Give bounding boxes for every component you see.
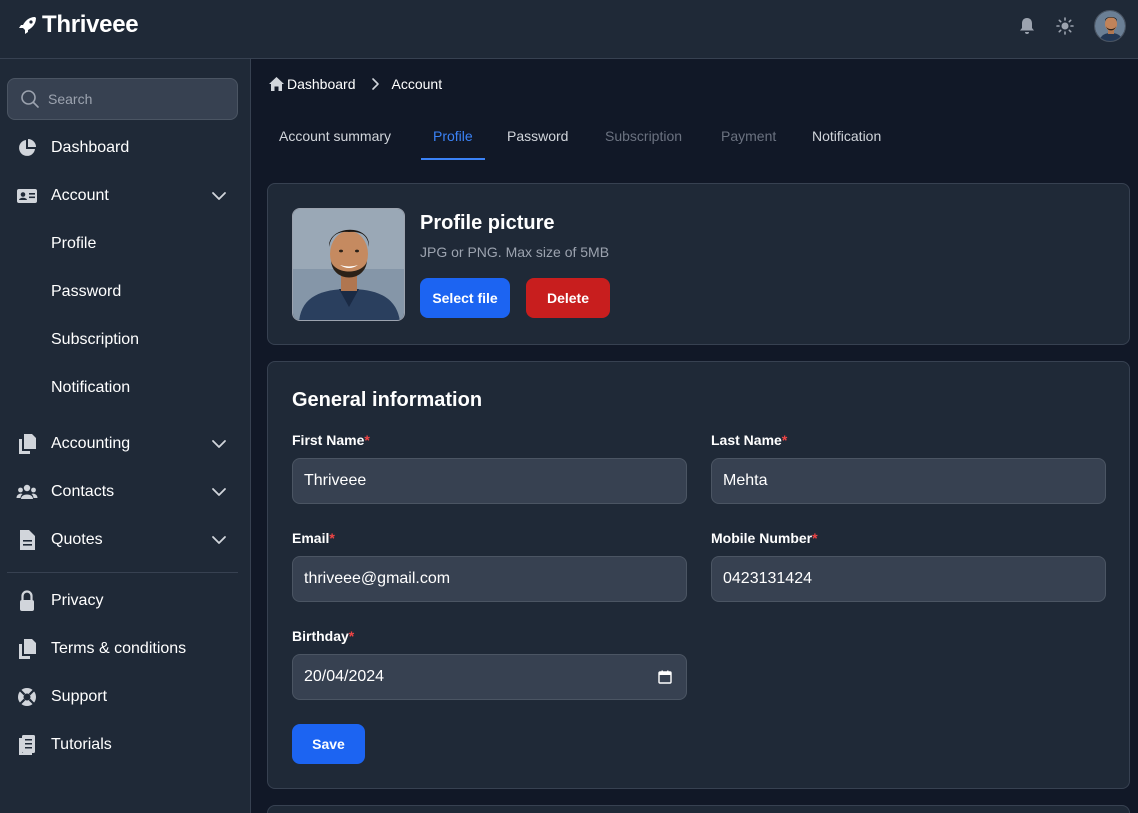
pie-chart-icon [16, 137, 38, 159]
last-name-label: Last Name* [711, 432, 787, 448]
required-marker: * [781, 432, 788, 448]
sidebar-item-contacts[interactable]: Contacts [0, 472, 251, 512]
bell-icon[interactable] [1018, 17, 1036, 35]
user-avatar[interactable] [1094, 10, 1126, 42]
sun-icon[interactable] [1056, 17, 1074, 35]
sidebar-subitem-password[interactable]: Password [0, 272, 251, 312]
search-placeholder: Search [48, 91, 93, 107]
search-icon [21, 90, 39, 108]
sidebar-item-label: Support [51, 688, 108, 705]
top-navbar: Thriveee [0, 0, 1138, 59]
brand-name: Thriveee [42, 11, 139, 38]
users-icon [16, 481, 38, 503]
required-marker: * [329, 530, 335, 546]
sidebar-item-label: Privacy [51, 592, 104, 609]
sidebar-item-label: Notification [51, 379, 131, 396]
birthday-label-text: Birthday [292, 628, 349, 644]
chevron-down-icon [212, 192, 226, 200]
required-marker: * [364, 432, 370, 448]
first-name-label-text: First Name [292, 432, 365, 448]
general-information-card: General information First Name* Thriveee… [267, 361, 1130, 789]
birthday-field[interactable]: 20/04/2024 [292, 654, 687, 700]
sidebar-item-label: Dashboard [51, 139, 130, 156]
search-input[interactable]: Search [7, 78, 238, 120]
sidebar-item-support[interactable]: Support [0, 677, 251, 717]
last-name-label-text: Last Name [711, 432, 782, 448]
mobile-number-field[interactable]: 0423131424 [711, 556, 1106, 602]
file-icon [16, 529, 38, 551]
sidebar-subitem-profile[interactable]: Profile [0, 224, 251, 264]
sidebar-item-label: Quotes [51, 531, 103, 548]
tab-subscription[interactable]: Subscription [593, 112, 694, 160]
sidebar-item-tutorials[interactable]: Tutorials [0, 725, 251, 765]
tab-password[interactable]: Password [495, 112, 580, 160]
chevron-down-icon [212, 536, 226, 544]
lock-icon [16, 590, 38, 612]
delete-photo-button[interactable]: Delete [526, 278, 610, 318]
tab-notification[interactable]: Notification [800, 112, 893, 160]
general-information-title: General information [292, 389, 483, 411]
profile-picture-title: Profile picture [420, 212, 555, 234]
sidebar-item-label: Subscription [51, 331, 140, 348]
first-name-field[interactable]: Thriveee [292, 458, 687, 504]
last-name-field[interactable]: Mehta [711, 458, 1106, 504]
next-card [267, 805, 1130, 813]
first-name-label: First Name* [292, 432, 370, 448]
rocket-icon [19, 17, 36, 34]
email-label-text: Email [292, 530, 330, 546]
sidebar-subitem-notification[interactable]: Notification [0, 368, 251, 408]
sidebar-item-label: Tutorials [51, 736, 112, 753]
email-field[interactable]: thriveee@gmail.com [292, 556, 687, 602]
required-marker: * [348, 628, 355, 644]
chevron-right-icon [370, 77, 380, 91]
calendar-icon[interactable] [658, 670, 672, 684]
account-tabs: Account summary Profile Password Subscri… [267, 112, 1130, 160]
breadcrumb-current: Account [391, 76, 443, 92]
copy-icon [16, 638, 38, 660]
breadcrumb-home[interactable]: Dashboard [268, 76, 356, 92]
tab-payment[interactable]: Payment [709, 112, 788, 160]
required-marker: * [812, 530, 818, 546]
mobile-number-label: Mobile Number* [711, 530, 818, 546]
sidebar-item-quotes[interactable]: Quotes [0, 520, 251, 560]
book-icon [16, 734, 38, 756]
birthday-value: 20/04/2024 [304, 668, 385, 685]
sidebar-item-dashboard[interactable]: Dashboard [0, 128, 251, 168]
sidebar-item-accounting[interactable]: Accounting [0, 424, 251, 464]
birthday-label: Birthday* [292, 628, 354, 644]
sidebar: Search Dashboard Account Profile Passwor… [0, 59, 251, 813]
save-button[interactable]: Save [292, 724, 365, 764]
breadcrumb-home-label: Dashboard [287, 76, 356, 92]
id-card-icon [16, 185, 38, 207]
documents-icon [16, 433, 38, 455]
profile-picture-hint: JPG or PNG. Max size of 5MB [420, 244, 610, 260]
lifebuoy-icon [16, 686, 38, 708]
sidebar-item-label: Terms & conditions [51, 640, 187, 657]
sidebar-subitem-subscription[interactable]: Subscription [0, 320, 251, 360]
profile-photo [292, 208, 405, 321]
sidebar-item-label: Accounting [51, 435, 131, 452]
mobile-number-label-text: Mobile Number [711, 530, 813, 546]
sidebar-item-label: Contacts [51, 483, 115, 500]
sidebar-item-label: Account [51, 187, 109, 204]
brand-logo[interactable]: Thriveee [18, 11, 139, 39]
sidebar-item-label: Profile [51, 235, 97, 252]
home-icon [269, 77, 284, 91]
email-label: Email* [292, 530, 335, 546]
tab-account-summary[interactable]: Account summary [267, 112, 403, 160]
profile-picture-card: Profile picture JPG or PNG. Max size of … [267, 183, 1130, 345]
sidebar-divider [7, 572, 238, 573]
chevron-down-icon [212, 440, 226, 448]
sidebar-item-privacy[interactable]: Privacy [0, 581, 251, 621]
sidebar-item-account[interactable]: Account [0, 176, 251, 216]
sidebar-item-label: Password [51, 283, 122, 300]
select-file-button[interactable]: Select file [420, 278, 510, 318]
chevron-down-icon [212, 488, 226, 496]
breadcrumb: Dashboard Account [268, 75, 442, 93]
tab-profile[interactable]: Profile [421, 112, 485, 160]
sidebar-item-terms[interactable]: Terms & conditions [0, 629, 251, 669]
